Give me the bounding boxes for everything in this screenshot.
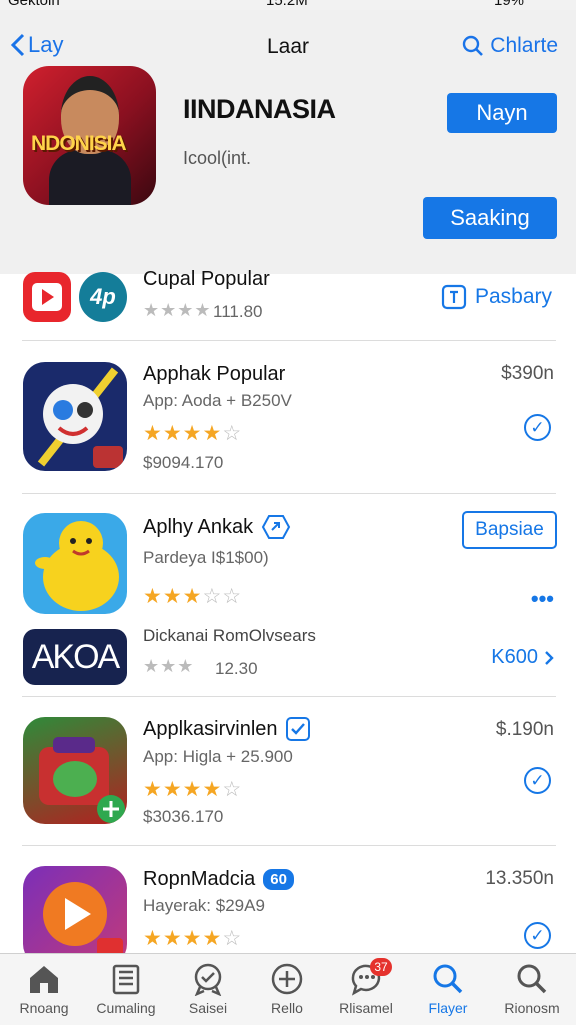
- rating-stars: ★★★☆☆: [143, 585, 243, 608]
- search-label: Chlarte: [490, 34, 558, 57]
- app-price: 13.350n: [485, 868, 554, 889]
- app-name: Dickanai RomOlvsears: [143, 626, 316, 645]
- tab-bar: Rnoang Cumaling Saisei Rello 37 Rlisamel…: [0, 953, 576, 1025]
- action-button[interactable]: Bapsiae: [462, 511, 557, 549]
- price-detail: $3036.170: [143, 807, 224, 826]
- battery-label: 19%: [494, 0, 525, 9]
- app-name: RopnMadcia: [143, 868, 256, 890]
- carrier-label: Gektoin: [8, 0, 60, 9]
- list-item[interactable]: Apphak Popular App: Aoda + B250V ★★★★☆ $…: [0, 341, 576, 493]
- featured-icon-text: NDONISIA: [31, 132, 127, 155]
- share-icon: [261, 515, 291, 539]
- library-icon: [112, 964, 140, 995]
- tab-saisei[interactable]: Saisei: [172, 954, 244, 1025]
- app-badge: 60: [263, 869, 294, 890]
- app-icon: [23, 362, 127, 471]
- link-label: K600: [491, 646, 538, 668]
- rating-count: 12.30: [215, 659, 258, 678]
- rating-stars: ★★★★☆: [143, 778, 243, 801]
- app-name: Apphak Popular: [143, 363, 286, 385]
- play-icon: [23, 272, 71, 322]
- notification-badge: 37: [370, 958, 392, 976]
- app-icon: [23, 866, 127, 953]
- rating-stars: ★★★★☆: [143, 422, 243, 445]
- price-detail: $9094.170: [143, 453, 224, 472]
- tab-rlisamel[interactable]: 37 Rlisamel: [330, 954, 402, 1025]
- bracket-icon: [441, 284, 467, 310]
- rating-count: 111.80: [213, 302, 263, 321]
- verified-icon: [285, 717, 310, 741]
- app-price: $390n: [501, 363, 554, 384]
- tab-rnoang[interactable]: Rnoang: [8, 954, 80, 1025]
- app-title-row: RopnMadcia 60: [143, 868, 294, 891]
- action-label: Pasbary: [475, 285, 553, 308]
- app-subtitle: App: Higla + 25.900: [143, 747, 293, 766]
- app-subtitle: App: Aoda + B250V: [143, 391, 292, 410]
- clock: 15:2M: [266, 0, 308, 9]
- app-name: Aplhy Ankak: [143, 515, 254, 538]
- app-icon: [23, 717, 127, 824]
- add-icon: [271, 963, 303, 995]
- search-icon: [463, 35, 484, 56]
- more-link[interactable]: K600: [491, 646, 554, 669]
- app-subtitle: Hayerak: $29A9: [143, 896, 265, 915]
- chevron-right-icon: [545, 650, 554, 665]
- tab-cumaling[interactable]: Cumaling: [90, 954, 162, 1025]
- rating-stars: ★★★: [143, 656, 195, 676]
- check-icon[interactable]: ✓: [524, 767, 551, 794]
- rating-stars: ★★★★: [143, 300, 212, 320]
- list-item[interactable]: AKOA Dickanai RomOlvsears ★★★ 12.30 K600: [0, 614, 576, 696]
- featured-app-icon[interactable]: NDONISIA: [23, 66, 156, 205]
- app-icon-text: AKOA: [31, 638, 120, 676]
- app-logo-icon: 4p: [79, 272, 127, 322]
- home-icon: [30, 966, 58, 993]
- app-icon: [23, 513, 127, 614]
- featured-app-name: IINDANASIA: [183, 94, 336, 124]
- more-icon[interactable]: •••: [531, 586, 554, 612]
- app-name: Applkasirvinlen: [143, 717, 278, 740]
- badge-icon: [194, 963, 222, 996]
- tab-rionosm[interactable]: Rionosm: [496, 954, 568, 1025]
- search-icon: [517, 964, 547, 994]
- check-icon[interactable]: ✓: [524, 414, 551, 441]
- app-subtitle: Pardeya I$1$00): [143, 548, 269, 567]
- rating-stars: ★★★★☆: [143, 927, 243, 950]
- status-bar: Gektoin 15:2M 19%: [0, 0, 576, 10]
- list-item[interactable]: Applkasirvinlen App: Higla + 25.900 ★★★★…: [0, 697, 576, 845]
- featured-get-button[interactable]: Nayn: [447, 93, 557, 133]
- tab-rello[interactable]: Rello: [251, 954, 323, 1025]
- app-icon: AKOA: [23, 629, 127, 685]
- list-item[interactable]: Aplhy Ankak Pardeya I$1$00) ★★★☆☆ Bapsia…: [0, 494, 576, 614]
- list-item[interactable]: RopnMadcia 60 Hayerak: $29A9 ★★★★☆ 13.35…: [0, 846, 576, 953]
- app-price: $.190n: [495, 719, 554, 740]
- check-icon[interactable]: ✓: [524, 922, 551, 949]
- featured-app-subtitle: Icool(int.: [183, 148, 252, 168]
- app-name: Cupal Popular: [143, 268, 270, 290]
- app-title-row: Aplhy Ankak: [143, 514, 291, 540]
- search-icon: [433, 964, 463, 994]
- list-item[interactable]: 4p Cupal Popular ★★★★ 111.80 Pasbary: [0, 262, 576, 340]
- action-link[interactable]: Pasbary: [441, 284, 552, 310]
- tab-flayer[interactable]: Flayer: [412, 954, 484, 1025]
- app-title-row: Applkasirvinlen: [143, 717, 310, 741]
- search-button[interactable]: Chlarte: [462, 34, 558, 58]
- featured-secondary-button[interactable]: Saaking: [423, 197, 557, 239]
- featured-header: Lay Laar Chlarte NDONISIA IINDANASIA Ico…: [0, 10, 576, 274]
